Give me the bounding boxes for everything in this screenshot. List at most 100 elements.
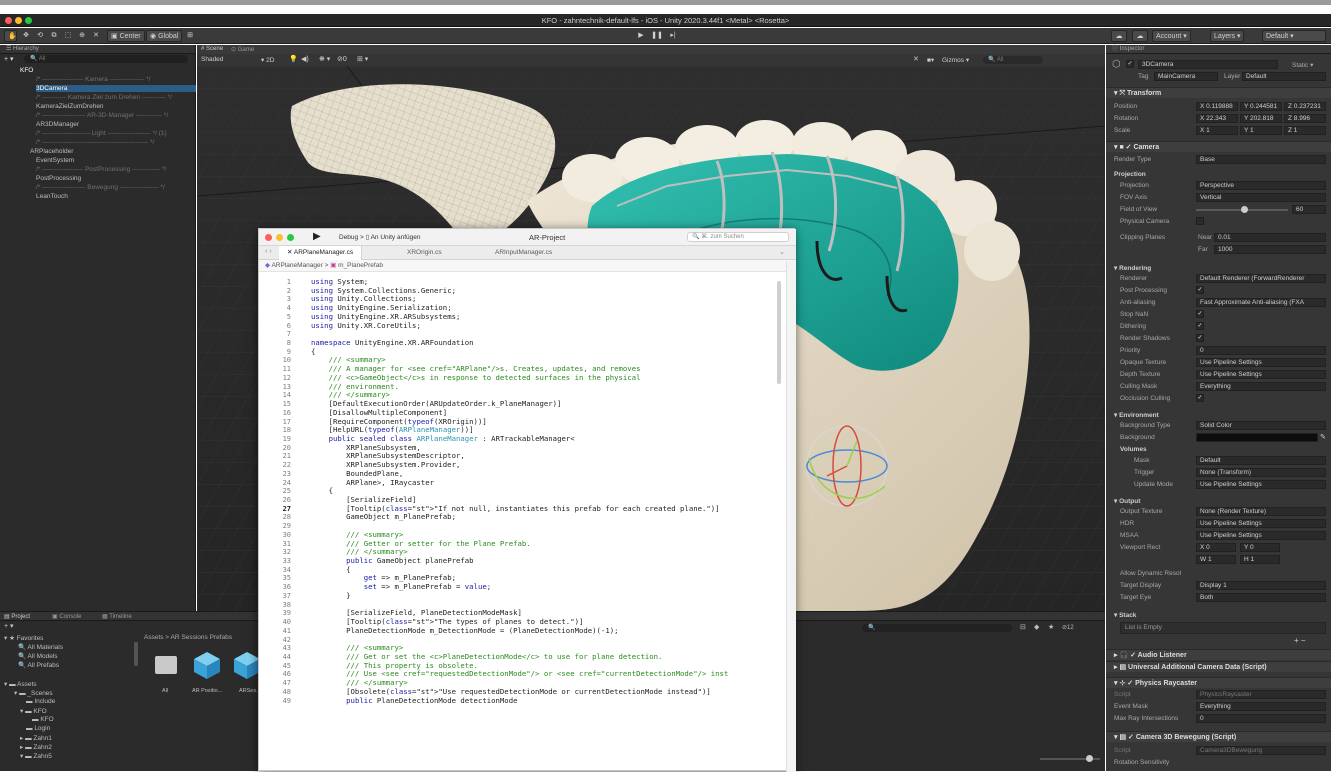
hierarchy-item[interactable]: EventSystem	[36, 157, 74, 164]
eyedropper-icon[interactable]: ✎	[1320, 433, 1326, 441]
effects-toggle-icon[interactable]: ❋ ▾	[319, 55, 330, 63]
hierarchy-item[interactable]: /* ----------- Kamera Ziel zum Drehen --…	[36, 94, 172, 101]
gizmos-dropdown[interactable]: Gizmos ▾	[942, 56, 969, 64]
physical-camera-checkbox[interactable]	[1196, 217, 1204, 225]
filter-by-type-icon[interactable]: ⊟	[1020, 623, 1026, 631]
scale-x[interactable]: X 1	[1196, 126, 1238, 135]
tag-dropdown[interactable]: MainCamera	[1154, 72, 1218, 81]
near-field[interactable]: 0.01	[1214, 233, 1326, 242]
code-line[interactable]: namespace UnityEngine.XR.ARFoundation	[311, 338, 474, 348]
code-line[interactable]: PlaneDetectionMode m_DetectionMode = (Pl…	[311, 626, 618, 636]
editor-search-input[interactable]: 🔍 ⌘. zum Suchen	[687, 232, 789, 242]
additional-camera-data-header[interactable]: ▸ ▤ Universal Additional Camera Data (Sc…	[1106, 661, 1331, 672]
anti-aliasing-dropdown[interactable]: Fast Approximate Anti-aliasing (FXA	[1196, 298, 1326, 307]
object-name-field[interactable]: 3DCamera	[1138, 60, 1278, 69]
hierarchy-item[interactable]: KFO	[20, 67, 33, 74]
run-button[interactable]: ▶	[313, 231, 321, 242]
fov-value[interactable]: 60	[1292, 205, 1326, 214]
culling-mask-dropdown[interactable]: Everything	[1196, 382, 1326, 391]
hierarchy-item[interactable]: /* ---------------------- Light --------…	[36, 130, 167, 137]
viewport-x[interactable]: X 0	[1196, 543, 1236, 552]
grid-toggle-icon[interactable]: ⊞ ▾	[357, 55, 368, 63]
code-scrollbar[interactable]	[777, 281, 781, 384]
output-texture-field[interactable]: None (Render Texture)	[1196, 507, 1326, 516]
position-z[interactable]: Z 0.237231	[1284, 102, 1326, 111]
rotation-x[interactable]: X 22.343	[1196, 114, 1238, 123]
rect-tool-icon[interactable]: ⬚	[62, 30, 74, 42]
collab-icon[interactable]: ☁	[1111, 30, 1127, 42]
hidden-objects-icon[interactable]: ⊘0	[337, 55, 347, 63]
volume-trigger-field[interactable]: None (Transform)	[1196, 468, 1326, 477]
move-tool-icon[interactable]: ✥	[20, 30, 32, 42]
camera-settings-icon[interactable]: ■▾	[927, 56, 934, 64]
run-config-dropdown[interactable]: Debug > ▯ An Unity anfügen	[339, 233, 420, 241]
favorites-header[interactable]: ▾ ★ Favorites	[4, 634, 43, 642]
layout-dropdown[interactable]: Default ▾	[1262, 30, 1326, 42]
physics-raycaster-header[interactable]: ▾ ⊹ ✓ Physics Raycaster	[1106, 677, 1331, 688]
folder-item[interactable]: ▸ ▬ Zahn2	[20, 743, 52, 751]
folder-icon[interactable]	[155, 656, 177, 674]
rotation-y[interactable]: Y 202.818	[1240, 114, 1282, 123]
assets-header[interactable]: ▾ ▬ Assets	[4, 680, 37, 688]
folder-item[interactable]: ▾ ▬ Zahn5	[20, 752, 52, 760]
projection-dropdown[interactable]: Perspective	[1196, 181, 1326, 190]
custom-tool-icon[interactable]: ✕	[90, 30, 102, 42]
layers-dropdown[interactable]: Layers ▾	[1210, 30, 1245, 42]
hierarchy-item[interactable]: /* ------------------- Kamera ----------…	[36, 76, 150, 83]
code-line[interactable]: using Unity.XR.CoreUtils;	[311, 321, 421, 331]
breadcrumb-member[interactable]: m_PlanePrefab	[338, 262, 383, 269]
viewport-h[interactable]: H 1	[1240, 555, 1280, 564]
code-line[interactable]: }	[311, 591, 350, 601]
tab-arinputmanager[interactable]: ARInputManager.cs	[487, 246, 560, 260]
scale-z[interactable]: Z 1	[1284, 126, 1326, 135]
hierarchy-item[interactable]: /* ------------------- PostProcessing --…	[36, 166, 166, 173]
folder-item[interactable]: ▾ ▬ _Scenes	[14, 689, 53, 697]
folder-item[interactable]: ▬ Include	[26, 698, 55, 705]
cloud-icon[interactable]: ☁	[1132, 30, 1148, 42]
tab-xrorigin[interactable]: XROrigin.cs	[399, 246, 450, 260]
add-object-button[interactable]: + ▾	[4, 55, 14, 63]
event-mask-dropdown[interactable]: Everything	[1196, 702, 1326, 711]
audio-toggle-icon[interactable]: ◀)	[301, 55, 309, 63]
hdr-dropdown[interactable]: Use Pipeline Settings	[1196, 519, 1326, 528]
tab-scene[interactable]: # Scene	[201, 46, 223, 52]
hierarchy-item[interactable]: AR3DManager	[36, 121, 79, 128]
editor-close-button[interactable]	[265, 234, 272, 241]
msaa-dropdown[interactable]: Use Pipeline Settings	[1196, 531, 1326, 540]
pivot-global-toggle[interactable]: ◉ Global	[146, 30, 183, 42]
stop-nan-checkbox[interactable]: ✓	[1196, 310, 1204, 318]
pause-button[interactable]: ❚❚	[650, 30, 664, 42]
folder-item[interactable]: ▸ ▬ Zahn1	[20, 734, 52, 742]
static-toggle[interactable]: Static ▾	[1292, 61, 1313, 69]
scale-tool-icon[interactable]: ⧉	[48, 30, 60, 42]
scene-search-input[interactable]: 🔍 All	[983, 56, 1043, 64]
hierarchy-item[interactable]: /* -------------------- Bewegung -------…	[36, 184, 165, 191]
tools-icon[interactable]: ✕	[913, 55, 919, 63]
background-color-field[interactable]	[1196, 433, 1318, 442]
filter-by-label-icon[interactable]: ◆	[1034, 623, 1039, 631]
hand-tool-icon[interactable]: ✋	[4, 30, 17, 42]
favorite-item[interactable]: 🔍 All Prefabs	[18, 661, 59, 669]
breadcrumb-class[interactable]: ARPlaneManager	[271, 262, 322, 269]
project-tree-scrollbar[interactable]	[134, 642, 138, 666]
editor-zoom-button[interactable]	[287, 234, 294, 241]
tab-game[interactable]: ⊙ Game	[231, 46, 254, 53]
hidden-count-badge[interactable]: ⊘12	[1062, 624, 1074, 631]
max-ray-field[interactable]: 0	[1196, 714, 1326, 723]
favorite-item[interactable]: 🔍 All Materials	[18, 643, 63, 651]
dithering-checkbox[interactable]: ✓	[1196, 322, 1204, 330]
tabs-back-icon[interactable]: ‹ ›	[265, 248, 272, 255]
target-eye-dropdown[interactable]: Both	[1196, 593, 1326, 602]
audio-listener-header[interactable]: ▸ 🎧 ✓ Audio Listener	[1106, 649, 1331, 660]
icon-size-slider-handle[interactable]	[1086, 755, 1093, 762]
position-x[interactable]: X 0.119888	[1196, 102, 1238, 111]
light-toggle-icon[interactable]: 💡	[289, 55, 298, 63]
2d-toggle[interactable]: ▾ 2D	[261, 56, 274, 64]
hierarchy-search-input[interactable]: 🔍 All	[24, 55, 188, 63]
hierarchy-tab[interactable]: ☰ Hierarchy	[0, 45, 195, 54]
play-button[interactable]: ▶	[634, 30, 648, 42]
occlusion-culling-checkbox[interactable]: ✓	[1196, 394, 1204, 402]
pivot-center-toggle[interactable]: ▣ Center	[107, 30, 145, 42]
hierarchy-item[interactable]: PostProcessing	[36, 175, 81, 182]
depth-texture-dropdown[interactable]: Use Pipeline Settings	[1196, 370, 1326, 379]
